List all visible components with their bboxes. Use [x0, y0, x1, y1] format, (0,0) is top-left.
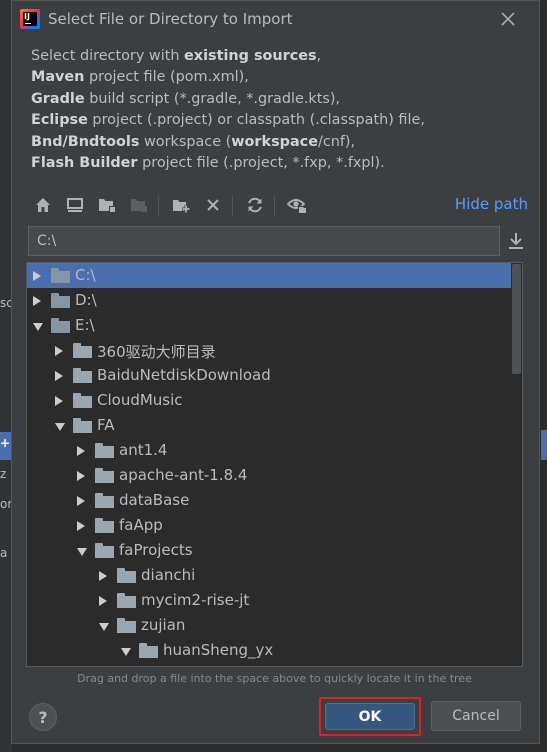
tree-item[interactable]: C:\ — [27, 263, 511, 288]
folder-icon — [139, 643, 158, 658]
folder-icon — [73, 418, 92, 433]
tree-item[interactable]: BaiduNetdiskDownload — [27, 363, 511, 388]
project-folder-icon[interactable] — [96, 192, 118, 218]
delete-icon[interactable] — [202, 192, 224, 218]
path-input[interactable] — [29, 227, 499, 255]
expand-arrow-down-icon[interactable] — [33, 323, 43, 331]
expand-arrow-right-icon[interactable] — [55, 371, 63, 381]
expand-arrow-down-icon[interactable] — [99, 623, 109, 631]
background-fragment: + — [0, 436, 11, 450]
expand-arrow-right-icon[interactable] — [77, 471, 85, 481]
ok-button[interactable]: OK — [325, 703, 415, 730]
tree-item-label: BaiduNetdiskDownload — [97, 366, 271, 384]
folder-icon — [95, 443, 114, 458]
tree-item-label: FA — [97, 416, 115, 434]
folder-icon — [95, 543, 114, 558]
drive-icon — [51, 318, 70, 333]
tree-item-label: 360驱动大师目录 — [97, 343, 216, 361]
drag-drop-hint: Drag and drop a file into the space abov… — [77, 672, 472, 685]
tree-item[interactable]: zujian — [27, 613, 511, 638]
background-fragment: z — [0, 467, 7, 481]
file-chooser-toolbar: Hide path — [32, 192, 532, 220]
refresh-icon[interactable] — [244, 192, 266, 218]
description-text: Select directory with existing sources, … — [31, 48, 425, 172]
tree-item[interactable]: FA — [27, 413, 511, 438]
folder-icon — [73, 393, 92, 408]
expand-arrow-right-icon[interactable] — [99, 596, 107, 606]
expand-arrow-right-icon[interactable] — [77, 446, 85, 456]
tree-item-label: D:\ — [75, 291, 97, 309]
tree-item[interactable]: dianchi — [27, 563, 511, 588]
app-icon-text: IJ — [24, 12, 30, 21]
tree-item-label: CloudMusic — [97, 391, 183, 409]
folder-icon — [117, 618, 136, 633]
folder-icon — [117, 568, 136, 583]
tree-item[interactable]: huanSheng_yx — [27, 638, 511, 663]
path-field[interactable] — [28, 226, 500, 256]
import-dialog: IJ Select File or Directory to Import Se… — [11, 0, 540, 744]
expand-arrow-down-icon[interactable] — [55, 423, 65, 431]
title-bar: IJ Select File or Directory to Import — [12, 1, 539, 37]
tree-item-label: dianchi — [141, 566, 196, 584]
hide-path-link[interactable]: Hide path — [455, 195, 528, 213]
tree-item[interactable]: E:\ — [27, 313, 511, 338]
expand-arrow-right-icon[interactable] — [55, 346, 63, 356]
expand-arrow-right-icon[interactable] — [33, 271, 41, 281]
expand-arrow-right-icon[interactable] — [33, 296, 41, 306]
expand-arrow-right-icon[interactable] — [77, 496, 85, 506]
tree-scrollbar[interactable] — [512, 264, 521, 374]
folder-icon — [95, 493, 114, 508]
background-fragment: a — [0, 546, 8, 560]
tree-item[interactable]: faApp — [27, 513, 511, 538]
tree-item-label: zujian — [141, 616, 186, 634]
new-folder-icon[interactable] — [170, 192, 192, 218]
tree-item-label: faProjects — [119, 541, 193, 559]
tree-item-label: E:\ — [75, 316, 95, 334]
tree-item-label: faApp — [119, 516, 163, 534]
expand-arrow-right-icon[interactable] — [77, 521, 85, 531]
folder-icon — [73, 343, 92, 358]
intellij-app-icon: IJ — [20, 9, 40, 29]
show-hidden-icon[interactable] — [286, 192, 308, 218]
tree-item-label: apache-ant-1.8.4 — [119, 466, 248, 484]
tree-item-label: huanSheng_yx — [163, 641, 274, 659]
directory-tree[interactable]: C:\ D:\ E:\ 360驱动大师目录 BaiduNetdiskDownload Cl… — [26, 262, 523, 667]
folder-icon — [95, 468, 114, 483]
tree-item-label: mycim2-rise-jt — [141, 591, 250, 609]
cancel-button[interactable]: Cancel — [431, 701, 521, 731]
tree-item-label: dataBase — [119, 491, 190, 509]
tree-item-label: ant1.4 — [119, 441, 168, 459]
tree-item[interactable]: CloudMusic — [27, 388, 511, 413]
tree-item-label: C:\ — [75, 266, 96, 284]
tree-item[interactable]: apache-ant-1.8.4 — [27, 463, 511, 488]
download-icon[interactable] — [505, 230, 527, 252]
tree-item[interactable]: faProjects — [27, 538, 511, 563]
tree-item[interactable]: dataBase — [27, 488, 511, 513]
expand-arrow-right-icon[interactable] — [99, 571, 107, 581]
expand-arrow-right-icon[interactable] — [55, 396, 63, 406]
tree-item[interactable]: mycim2-rise-jt — [27, 588, 511, 613]
folder-icon — [95, 518, 114, 533]
background-selection-right — [541, 430, 547, 460]
drive-icon — [51, 293, 70, 308]
help-button[interactable]: ? — [29, 703, 57, 731]
tree-item[interactable]: 360驱动大师目录 — [27, 338, 511, 363]
dialog-title: Select File or Directory to Import — [48, 10, 293, 28]
desktop-icon[interactable] — [64, 192, 86, 218]
tree-item[interactable]: D:\ — [27, 288, 511, 313]
drive-icon — [51, 268, 70, 283]
home-icon[interactable] — [32, 192, 54, 218]
ok-button-highlight: OK — [319, 697, 421, 736]
folder-icon — [73, 368, 92, 383]
close-icon[interactable] — [497, 8, 519, 30]
module-folder-icon[interactable] — [128, 192, 150, 218]
folder-icon — [117, 593, 136, 608]
tree-item[interactable]: ant1.4 — [27, 438, 511, 463]
expand-arrow-down-icon[interactable] — [121, 648, 131, 656]
expand-arrow-down-icon[interactable] — [77, 548, 87, 556]
